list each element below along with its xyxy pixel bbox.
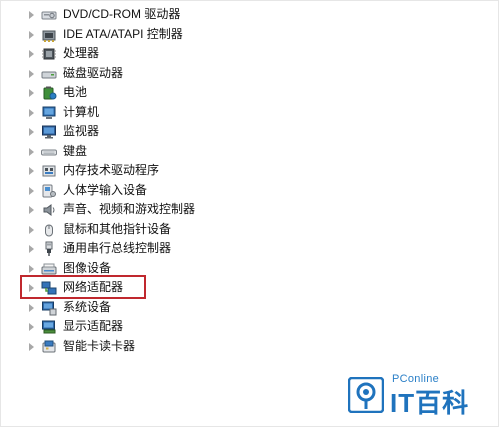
tree-item-monitor[interactable]: 监视器 <box>29 122 329 142</box>
tree-item-disk-drive[interactable]: 磁盘驱动器 <box>29 64 329 84</box>
expand-arrow-icon[interactable] <box>29 264 34 273</box>
mouse-icon <box>45 224 53 236</box>
tree-item-label: 处理器 <box>63 46 100 60</box>
expand-arrow-icon[interactable] <box>29 342 34 351</box>
network-adapter-highlight-box <box>20 275 146 299</box>
device-manager-panel: DVD/CD-ROM 驱动器 IDE ATA/ATAPI 控制器 处理器 磁盘驱… <box>0 0 499 427</box>
tree-item-human-interface-device[interactable]: 人体学输入设备 <box>29 181 329 201</box>
tree-item-label: 系统设备 <box>63 299 112 314</box>
dvd-drive-icon <box>41 11 57 20</box>
tree-item-processor[interactable]: 处理器 <box>29 44 329 64</box>
tree-item-ide-controller[interactable]: IDE ATA/ATAPI 控制器 <box>29 25 329 45</box>
expand-arrow-icon[interactable] <box>29 147 34 156</box>
pconline-watermark: PConline IT百科 <box>348 373 488 421</box>
sound-icon <box>43 204 55 216</box>
expand-arrow-icon[interactable] <box>29 225 34 234</box>
tree-item-label: 鼠标和其他指针设备 <box>63 221 172 236</box>
tree-item-label: 磁盘驱动器 <box>63 65 124 80</box>
tree-item-label: 内存技术驱动程序 <box>63 163 160 177</box>
expand-arrow-icon[interactable] <box>29 167 34 175</box>
expand-arrow-icon[interactable] <box>29 128 34 136</box>
system-device-icon <box>42 301 57 315</box>
memory-driver-icon <box>42 165 56 177</box>
tree-item-label: 计算机 <box>63 104 100 119</box>
expand-arrow-icon[interactable] <box>29 186 34 195</box>
expand-arrow-icon[interactable] <box>29 108 34 117</box>
tree-item-label: 人体学输入设备 <box>63 182 148 197</box>
tree-item-label: 电池 <box>63 85 88 99</box>
tree-item-mouse[interactable]: 鼠标和其他指针设备 <box>29 220 329 240</box>
tree-item-sound-video-game[interactable]: 声音、视频和游戏控制器 <box>29 200 329 220</box>
tree-item-label: 智能卡读卡器 <box>63 338 136 353</box>
device-tree: DVD/CD-ROM 驱动器 IDE ATA/ATAPI 控制器 处理器 磁盘驱… <box>29 5 329 356</box>
tree-item-label: 监视器 <box>63 124 100 138</box>
tree-item-usb-controller[interactable]: 通用串行总线控制器 <box>29 239 329 259</box>
pconline-logo-icon <box>348 377 384 413</box>
tree-item-dvd-cd-rom[interactable]: DVD/CD-ROM 驱动器 <box>29 5 329 25</box>
tree-item-label: 声音、视频和游戏控制器 <box>63 202 196 216</box>
tree-item-battery[interactable]: 电池 <box>29 83 329 103</box>
keyboard-icon <box>41 149 57 155</box>
expand-arrow-icon[interactable] <box>29 89 34 97</box>
battery-icon <box>43 86 57 100</box>
display-adapter-icon <box>42 320 56 334</box>
tree-item-memory-technology-driver[interactable]: 内存技术驱动程序 <box>29 161 329 181</box>
tree-item-label: 显示适配器 <box>63 319 124 333</box>
monitor-icon <box>42 125 56 139</box>
ide-controller-icon <box>42 30 56 42</box>
expand-arrow-icon[interactable] <box>29 303 34 312</box>
tree-item-label: 键盘 <box>63 143 88 158</box>
expand-arrow-icon[interactable] <box>29 30 34 39</box>
computer-icon <box>42 106 56 119</box>
tree-item-label: DVD/CD-ROM 驱动器 <box>63 7 181 21</box>
tree-item-keyboard[interactable]: 键盘 <box>29 142 329 162</box>
usb-icon <box>45 241 53 256</box>
tree-item-smart-card-reader[interactable]: 智能卡读卡器 <box>29 337 329 357</box>
tree-item-label: 通用串行总线控制器 <box>63 241 172 255</box>
expand-arrow-icon[interactable] <box>29 245 34 253</box>
tree-item-computer[interactable]: 计算机 <box>29 103 329 123</box>
tree-item-display-adapter[interactable]: 显示适配器 <box>29 317 329 337</box>
watermark-name: IT百科 <box>390 388 470 418</box>
disk-drive-icon <box>41 71 57 78</box>
tree-item-system-device[interactable]: 系统设备 <box>29 298 329 318</box>
tree-item-label: IDE ATA/ATAPI 控制器 <box>63 26 183 41</box>
expand-arrow-icon[interactable] <box>29 69 34 78</box>
expand-arrow-icon[interactable] <box>29 50 34 58</box>
hid-icon <box>42 184 56 197</box>
processor-icon <box>42 48 56 60</box>
expand-arrow-icon[interactable] <box>29 11 34 19</box>
smart-card-reader-icon <box>42 340 56 352</box>
expand-arrow-icon[interactable] <box>29 323 34 331</box>
expand-arrow-icon[interactable] <box>29 206 34 214</box>
